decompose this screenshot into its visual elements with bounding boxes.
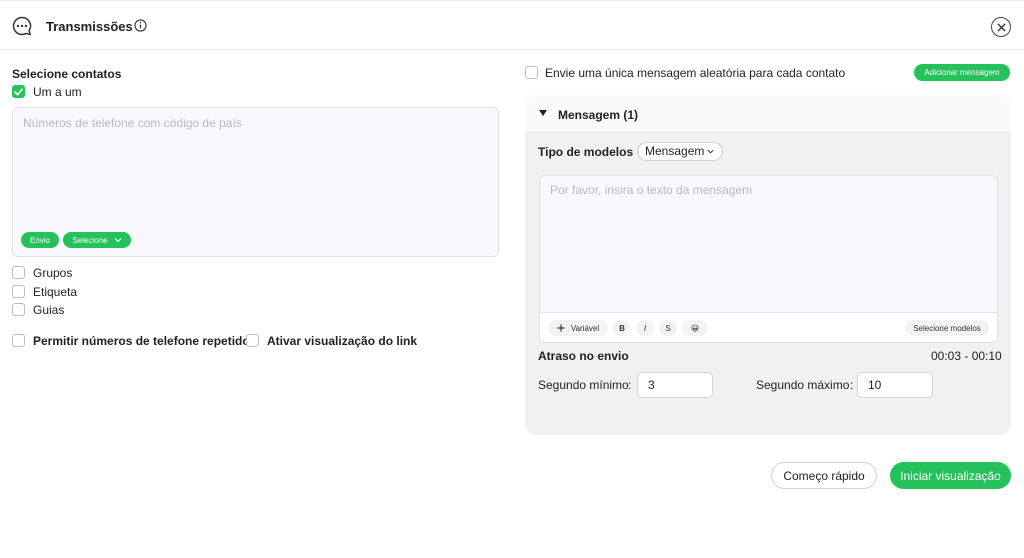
chevron-down-icon (114, 238, 121, 243)
groups-label: Grupos (33, 266, 73, 280)
link-preview-checkbox[interactable] (246, 334, 259, 347)
allow-repeated-checkbox[interactable] (12, 334, 25, 347)
link-preview-label: Ativar visualização do link (267, 334, 418, 348)
template-type-value: Mensagem (645, 144, 705, 158)
max-seconds-input[interactable]: 10 (857, 372, 933, 398)
close-button[interactable] (991, 17, 1011, 37)
message-textarea[interactable]: Por favor, insira o texto da mensagem Va… (539, 175, 998, 343)
bold-button[interactable]: B (613, 320, 631, 336)
start-preview-button[interactable]: Iniciar visualização (890, 462, 1011, 489)
min-seconds-input[interactable]: 3 (637, 372, 713, 398)
caret-down-icon (539, 110, 547, 116)
message-toolbar: Variável B I S 😀 Selecione modelos (540, 312, 997, 342)
emoji-button[interactable]: 😀 (682, 320, 708, 336)
tag-label: Etiqueta (33, 285, 78, 299)
message-placeholder: Por favor, insira o texto da mensagem (550, 183, 753, 197)
random-message-checkbox[interactable] (525, 66, 538, 79)
max-seconds-value: 10 (868, 378, 882, 392)
max-seconds-label: Segundo máximo (756, 378, 850, 392)
plus-icon (557, 324, 565, 332)
start-preview-label: Iniciar visualização (900, 468, 1001, 483)
allow-repeated-label: Permitir números de telefone repetidos (33, 334, 257, 348)
template-type-select[interactable]: Mensagem (637, 142, 723, 161)
tabs-checkbox[interactable] (12, 303, 25, 316)
select-templates-label: Selecione modelos (913, 323, 981, 333)
message-panel-title: Mensagem (1) (558, 108, 639, 122)
select-pill-label: Selecione (72, 235, 108, 245)
message-panel-header[interactable]: Mensagem (1) (525, 95, 1011, 133)
max-seconds-colon: : (850, 378, 854, 392)
one-by-one-checkbox[interactable] (12, 85, 25, 98)
select-pill-button[interactable]: Selecione (63, 232, 131, 248)
chevron-down-icon (707, 149, 714, 154)
select-contacts-label: Selecione contatos (12, 67, 122, 81)
add-variable-button[interactable]: Variável (548, 320, 608, 336)
send-delay-range: 00:03 - 00:10 (931, 349, 1002, 363)
close-icon (996, 22, 1006, 32)
quick-start-button[interactable]: Começo rápido (771, 462, 877, 489)
send-pill-label: Envio (29, 235, 50, 245)
min-seconds-colon: : (628, 378, 632, 392)
message-panel: Mensagem (1) Tipo de modelos Mensagem Po… (525, 95, 1011, 435)
add-message-label: Adicionar mensagem (924, 68, 1000, 77)
groups-checkbox[interactable] (12, 266, 25, 279)
min-seconds-value: 3 (648, 378, 655, 392)
chat-bubble-icon (12, 16, 32, 36)
select-templates-button[interactable]: Selecione modelos (905, 320, 989, 336)
phone-numbers-textarea[interactable]: Números de telefone com código de país E… (12, 107, 499, 257)
dialog-title: Transmissões (46, 19, 133, 34)
emoji-icon: 😀 (690, 323, 700, 333)
strikethrough-button[interactable]: S (659, 320, 677, 336)
strikethrough-label: S (665, 323, 671, 333)
add-variable-label: Variável (570, 323, 600, 333)
send-pill-button[interactable]: Envio (21, 232, 59, 248)
phone-numbers-placeholder: Números de telefone com código de país (23, 116, 242, 130)
bold-label: B (619, 323, 625, 333)
tabs-label: Guias (33, 303, 65, 317)
quick-start-label: Começo rápido (783, 468, 865, 483)
check-icon (14, 87, 23, 96)
template-type-label: Tipo de modelos (538, 145, 634, 159)
dialog-header: Transmissões (0, 0, 1024, 50)
min-seconds-label: Segundo mínimo (538, 378, 629, 392)
one-by-one-label: Um a um (33, 85, 82, 99)
send-delay-label: Atraso no envio (538, 349, 629, 363)
italic-button[interactable]: I (636, 320, 654, 336)
add-message-button[interactable]: Adicionar mensagem (914, 64, 1010, 81)
italic-label: I (643, 323, 647, 333)
info-icon[interactable] (134, 19, 147, 32)
random-message-label: Envie uma única mensagem aleatória para … (545, 66, 846, 80)
tag-checkbox[interactable] (12, 285, 25, 298)
